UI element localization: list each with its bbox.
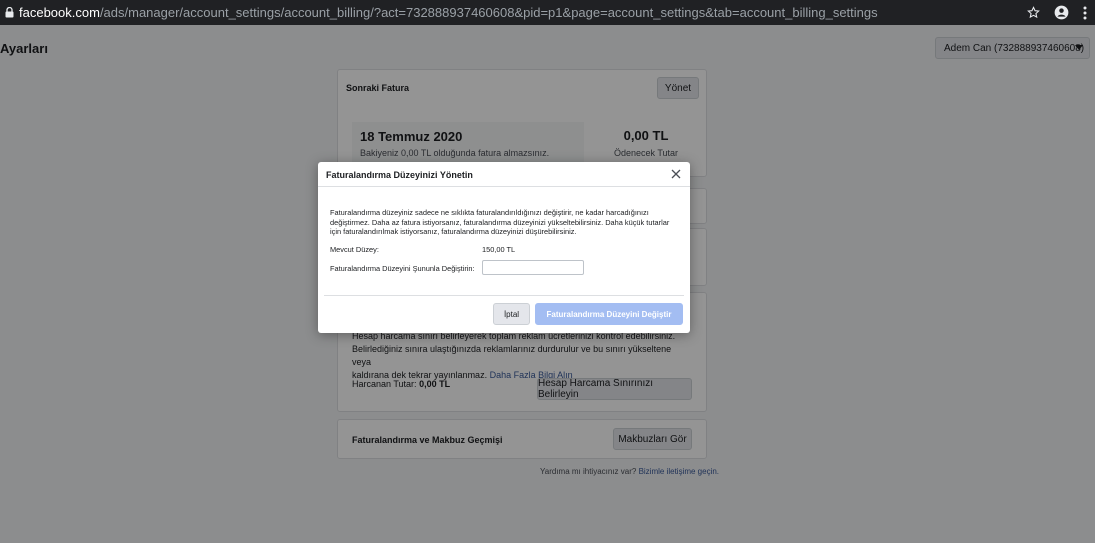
- dialog-desc-2: değiştirmez. Daha az fatura istiyorsanız…: [330, 217, 670, 227]
- billing-threshold-dialog: Faturalandırma Düzeyinizi Yönetin Fatura…: [318, 162, 690, 333]
- dialog-header: Faturalandırma Düzeyinizi Yönetin: [318, 162, 690, 187]
- browser-actions: [1027, 0, 1087, 25]
- current-level-label: Mevcut Düzey:: [330, 245, 379, 254]
- dialog-divider: [324, 295, 684, 296]
- dialog-desc-3: için faturalandırılmak istiyorsanız, fat…: [330, 227, 577, 236]
- current-level-value: 150,00 TL: [482, 245, 516, 254]
- star-icon[interactable]: [1027, 6, 1040, 19]
- more-vert-icon[interactable]: [1083, 6, 1087, 20]
- close-icon[interactable]: [669, 167, 683, 181]
- browser-address-bar: facebook.com/ads/manager/account_setting…: [0, 0, 1095, 25]
- dialog-desc-1: Faturalandırma düzeyiniz sadece ne sıklı…: [330, 208, 649, 217]
- account-circle-icon[interactable]: [1054, 5, 1069, 20]
- url-path: /ads/manager/account_settings/account_bi…: [99, 5, 878, 20]
- cancel-button[interactable]: İptal: [493, 303, 530, 325]
- dialog-description: Faturalandırma düzeyiniz sadece ne sıklı…: [330, 208, 678, 237]
- url-field[interactable]: facebook.com/ads/manager/account_setting…: [19, 5, 878, 20]
- lock-icon: [3, 6, 15, 20]
- change-level-button[interactable]: Faturalandırma Düzeyini Değiştir: [535, 303, 683, 325]
- change-level-label: Faturalandırma Düzeyini Şununla Değiştir…: [330, 264, 475, 273]
- dialog-title: Faturalandırma Düzeyinizi Yönetin: [326, 170, 473, 180]
- new-level-input[interactable]: [482, 260, 584, 275]
- url-domain: facebook.com: [19, 5, 100, 20]
